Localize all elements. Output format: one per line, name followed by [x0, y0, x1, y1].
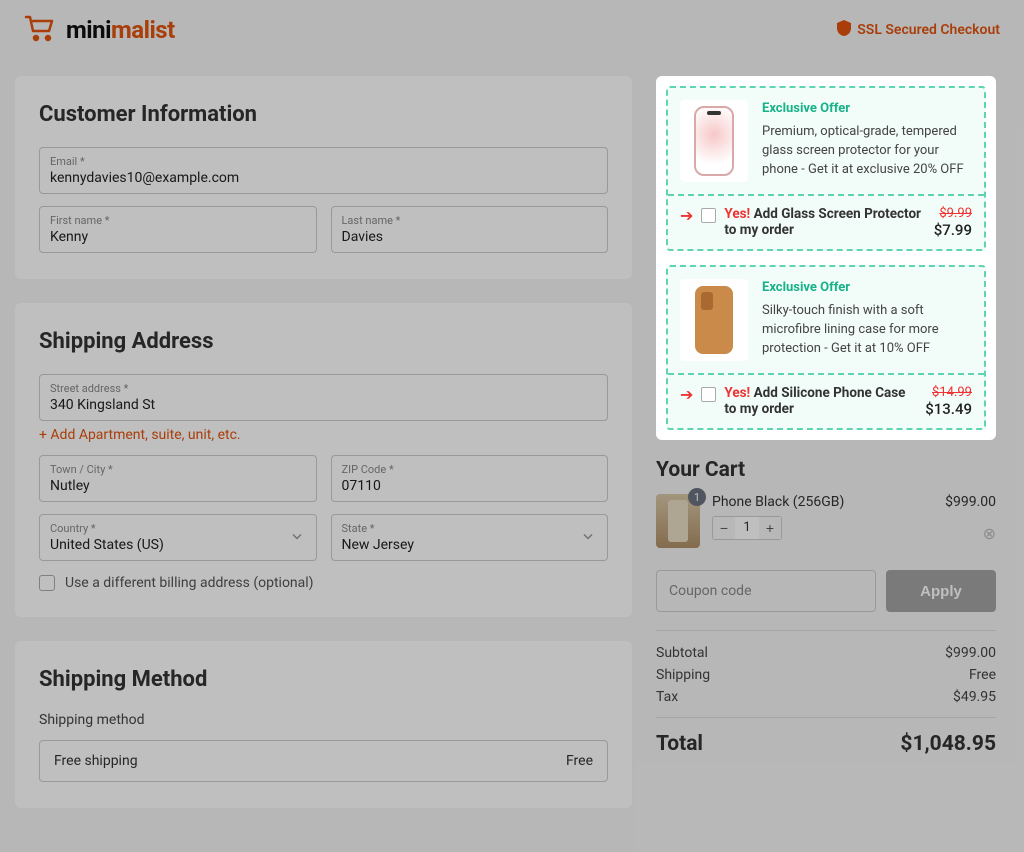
bump-image	[680, 279, 748, 361]
diff-billing-row[interactable]: Use a different billing address (optiona…	[39, 575, 608, 591]
coupon-input[interactable]: Coupon code	[656, 570, 876, 612]
qty-minus-button[interactable]: −	[713, 517, 735, 539]
bump-checkbox[interactable]	[701, 387, 716, 402]
ssl-badge: SSL Secured Checkout	[837, 20, 1000, 40]
bump-checkbox[interactable]	[701, 208, 716, 223]
zip-field[interactable]: ZIP Code * 07110	[331, 455, 609, 502]
bump-image	[680, 100, 748, 182]
cart-heading: Your Cart	[656, 458, 996, 482]
bump-title: Exclusive Offer	[762, 279, 972, 298]
cart-item-name: Phone Black (256GB)	[712, 494, 933, 510]
qty-plus-button[interactable]: +	[759, 517, 781, 539]
shipping-address-card: Shipping Address Street address * 340 Ki…	[15, 303, 632, 617]
arrow-right-icon: ➔	[680, 208, 693, 224]
method-heading: Shipping Method	[39, 667, 608, 692]
shield-icon	[837, 20, 851, 40]
shipping-method-card: Shipping Method Shipping method Free shi…	[15, 641, 632, 808]
apply-button[interactable]: Apply	[886, 570, 996, 612]
cart-item: 1 Phone Black (256GB) − 1 + $999.00 ⊗	[656, 494, 996, 548]
email-field[interactable]: Email * kennydavies10@example.com	[39, 147, 608, 194]
state-select[interactable]: State * New Jersey	[331, 514, 609, 561]
add-apartment-link[interactable]: + Add Apartment, suite, unit, etc.	[39, 427, 608, 443]
customer-heading: Customer Information	[39, 102, 608, 127]
street-field[interactable]: Street address * 340 Kingsland St	[39, 374, 608, 421]
order-bumps: Exclusive Offer Premium, optical-grade, …	[656, 76, 996, 440]
bump-desc: Premium, optical-grade, tempered glass s…	[762, 124, 964, 177]
cart-item-price: $999.00	[945, 494, 996, 510]
bump-prices: $14.99 $13.49	[925, 385, 972, 418]
checkbox-icon[interactable]	[39, 575, 55, 591]
bump-desc: Silky-touch finish with a soft microfibr…	[762, 303, 939, 356]
cart-thumb: 1	[656, 494, 700, 548]
qty-value: 1	[735, 517, 759, 539]
bump-cta-text[interactable]: Yes! Add Glass Screen Protector to my or…	[724, 206, 925, 238]
arrow-right-icon: ➔	[680, 387, 693, 403]
last-name-field[interactable]: Last name * Davies	[331, 206, 609, 253]
header: minimalist SSL Secured Checkout	[0, 0, 1024, 56]
first-name-field[interactable]: First name * Kenny	[39, 206, 317, 253]
shipping-heading: Shipping Address	[39, 329, 608, 354]
order-bump: Exclusive Offer Silky-touch finish with …	[666, 265, 986, 430]
logo[interactable]: minimalist	[24, 14, 175, 46]
totals: Subtotal$999.00 ShippingFree Tax$49.95 T…	[656, 630, 996, 756]
total-label: Total	[656, 732, 703, 756]
customer-info-card: Customer Information Email * kennydavies…	[15, 76, 632, 279]
cart-icon	[24, 14, 58, 46]
qty-badge: 1	[688, 488, 706, 506]
method-label: Shipping method	[39, 712, 608, 728]
order-bump: Exclusive Offer Premium, optical-grade, …	[666, 86, 986, 251]
shipping-option[interactable]: Free shipping Free	[39, 740, 608, 782]
bump-title: Exclusive Offer	[762, 100, 972, 119]
bump-prices: $9.99 $7.99	[934, 206, 972, 239]
total-value: $1,048.95	[900, 732, 996, 756]
remove-item-icon[interactable]: ⊗	[983, 524, 996, 543]
logo-text: minimalist	[66, 16, 175, 44]
bump-cta-text[interactable]: Yes! Add Silicone Phone Case to my order	[724, 385, 917, 417]
quantity-stepper: − 1 +	[712, 516, 782, 540]
town-field[interactable]: Town / City * Nutley	[39, 455, 317, 502]
country-select[interactable]: Country * United States (US)	[39, 514, 317, 561]
